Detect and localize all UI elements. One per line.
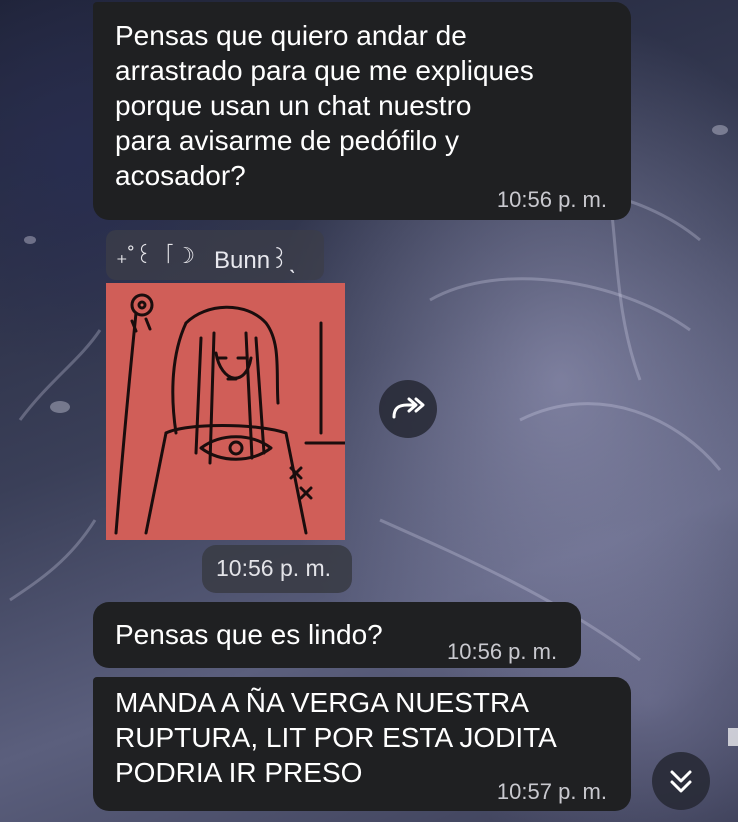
- message-text: Pensas que es lindo?: [115, 619, 383, 650]
- scroll-to-bottom-button[interactable]: [652, 752, 710, 810]
- message-text: Pensas que quiero andar de arrastrado pa…: [115, 20, 534, 191]
- message-timestamp: 10:57 p. m.: [496, 779, 607, 804]
- message-text: MANDA A ÑA VERGA NUESTRA RUPTURA, LIT PO…: [115, 687, 557, 788]
- sticker-drawing: [114, 293, 345, 535]
- message-timestamp: 10:56 p. m.: [447, 639, 558, 664]
- message-bubble[interactable]: MANDA A ÑA VERGA NUESTRA RUPTURA, LIT PO…: [93, 677, 631, 811]
- sticker-image[interactable]: [106, 283, 345, 540]
- edge-handle: [728, 728, 738, 746]
- sender-name-decoration: ₊˚꒰ 「☽: [116, 243, 196, 268]
- message-timestamp: 10:56 p. m.: [496, 187, 607, 212]
- sender-label[interactable]: ₊˚꒰ 「☽ Bunn꒱ˎ: [106, 230, 324, 280]
- sticker-timestamp-pill: 10:56 p. m.: [202, 545, 352, 593]
- forward-button[interactable]: [379, 380, 437, 438]
- forward-icon: [379, 380, 437, 438]
- message-bubble[interactable]: Pensas que es lindo? 10:56 p. m.: [93, 602, 581, 668]
- message-timestamp: 10:56 p. m.: [216, 555, 332, 581]
- message-bubble[interactable]: Pensas que quiero andar de arrastrado pa…: [93, 2, 631, 220]
- double-chevron-down-icon: [652, 752, 710, 810]
- sender-name: Bunn꒱ˎ: [214, 247, 297, 274]
